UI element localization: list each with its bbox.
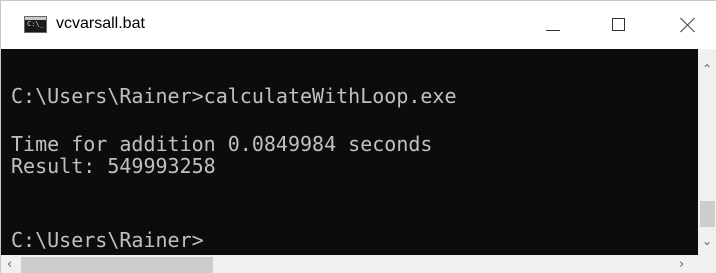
console-output[interactable]: C:\Users\Rainer>calculateWithLoop.exe Ti… xyxy=(1,49,698,255)
minimize-icon xyxy=(546,30,560,31)
chevron-up-icon[interactable]: ⌃ xyxy=(702,63,712,75)
console-line-prompt: C:\Users\Rainer> xyxy=(11,228,204,252)
close-icon xyxy=(680,17,696,33)
console-window: C:\_ vcvarsall.bat C:\Users\Rainer>calcu… xyxy=(0,0,716,273)
console-line-result: Result: 549993258 xyxy=(11,154,216,178)
window-title: vcvarsall.bat xyxy=(56,15,145,32)
minimize-button[interactable] xyxy=(530,1,576,49)
vertical-scroll-thumb[interactable] xyxy=(700,201,715,227)
console-line-command: C:\Users\Rainer>calculateWithLoop.exe xyxy=(11,84,457,108)
maximize-button[interactable] xyxy=(600,1,646,49)
chevron-right-icon[interactable]: › xyxy=(679,257,684,272)
horizontal-scroll-thumb[interactable] xyxy=(21,257,213,273)
chevron-down-icon[interactable]: ⌄ xyxy=(702,235,712,247)
horizontal-scrollbar[interactable]: ‹ › xyxy=(1,255,698,273)
app-icon-prompt: C:\_ xyxy=(27,20,44,28)
vertical-scrollbar[interactable]: ⌃ ⌄ xyxy=(698,49,716,255)
console-app-icon[interactable]: C:\_ xyxy=(24,16,47,33)
title-bar[interactable]: C:\_ vcvarsall.bat xyxy=(1,1,716,49)
console-line-time: Time for addition 0.0849984 seconds xyxy=(11,132,433,156)
maximize-icon xyxy=(612,18,625,31)
chevron-left-icon[interactable]: ‹ xyxy=(7,257,12,272)
close-button[interactable] xyxy=(667,1,713,49)
scrollbar-corner xyxy=(698,255,716,273)
